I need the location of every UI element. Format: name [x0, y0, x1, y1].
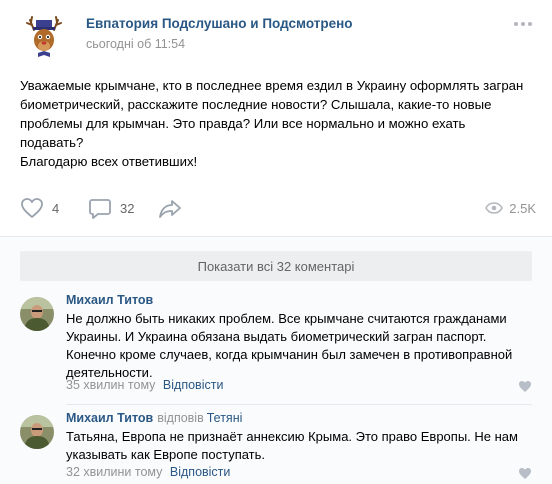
heart-icon — [21, 198, 43, 218]
comment-text-line: Не должно быть никаких проблем. Все крым… — [66, 311, 507, 326]
post-text-line: Уважаемые крымчане, кто в последнее врем… — [20, 78, 524, 93]
avatar[interactable] — [20, 415, 54, 449]
comment-time[interactable]: 35 хвилин тому — [66, 378, 155, 392]
like-count: 4 — [52, 200, 60, 216]
comment-meta: 35 хвилин тому Відповісти — [66, 378, 223, 392]
comment-meta: 32 хвилини тому Відповісти — [66, 465, 230, 479]
share-button[interactable] — [158, 195, 182, 221]
post-text-line: Благодарю всех ответивших! — [20, 154, 198, 169]
comment-author-link[interactable]: Михаил Титов — [66, 411, 153, 425]
post-text-line: подавать? — [20, 135, 84, 150]
reply-button[interactable]: Відповісти — [163, 378, 224, 392]
post-timestamp[interactable]: сьогодні об 11:54 — [86, 37, 185, 51]
comment-author-link[interactable]: Михаил Титов — [66, 293, 153, 307]
share-arrow-icon — [159, 200, 181, 218]
comment-item: Михаил Титов відповів Тетяні Татьяна, Евро… — [20, 411, 536, 481]
group-avatar[interactable] — [20, 12, 68, 60]
reply-to-link[interactable]: Тетяні — [207, 411, 243, 425]
views-counter: 2.5K — [485, 195, 536, 221]
heart-icon[interactable] — [518, 467, 532, 480]
post-actions: 4 32 2.5K — [20, 195, 536, 221]
comment-divider — [66, 404, 532, 405]
post-text-line: проблемы для крымчан. Это правда? Или вс… — [20, 116, 466, 131]
user-photo-icon — [20, 415, 54, 449]
avatar[interactable] — [20, 297, 54, 331]
replied-label: відповів — [157, 411, 204, 425]
post-text-line: биометрический, расскажите последние нов… — [20, 97, 492, 112]
comment-time[interactable]: 32 хвилини тому — [66, 465, 162, 479]
comment-author-line: Михаил Титов відповів Тетяні — [66, 411, 242, 425]
user-photo-icon — [20, 297, 54, 331]
comment-text-line: Конечно кроме случаев, когда крымчанин б… — [66, 347, 513, 362]
comment-item: Михаил Титов Не должно быть никаких проб… — [20, 293, 536, 393]
post-card: Евпатория Подслушано и Подсмотрено сього… — [0, 0, 552, 236]
comment-text-line: Татьяна, Европа не признаёт аннексию Кры… — [66, 429, 518, 444]
views-count: 2.5K — [509, 200, 536, 216]
deer-logo-icon — [20, 12, 68, 60]
like-button[interactable]: 4 — [20, 195, 59, 221]
comment-text: Не должно быть никаких проблем. Все крым… — [66, 310, 536, 382]
comment-text: Татьяна, Европа не признаёт аннексию Кры… — [66, 428, 536, 464]
comments-section: Показати всі 32 коментарі Михаил Титов Н… — [0, 236, 552, 484]
group-name-link[interactable]: Евпатория Подслушано и Подсмотрено — [86, 16, 353, 31]
heart-icon[interactable] — [518, 380, 532, 393]
speech-bubble-icon — [89, 199, 111, 219]
reply-button[interactable]: Відповісти — [170, 465, 231, 479]
comment-button[interactable]: 32 — [88, 195, 134, 221]
eye-icon — [485, 202, 504, 214]
comment-count: 32 — [120, 200, 135, 216]
show-all-comments-button[interactable]: Показати всі 32 коментарі — [20, 251, 532, 281]
comment-text-line: указывать как Европе поступать. — [66, 447, 266, 462]
comment-text-line: Украины. И Украина обязана выдать биомет… — [66, 329, 487, 344]
more-dots-icon[interactable] — [514, 20, 534, 28]
post-text: Уважаемые крымчане, кто в последнее врем… — [20, 76, 540, 171]
